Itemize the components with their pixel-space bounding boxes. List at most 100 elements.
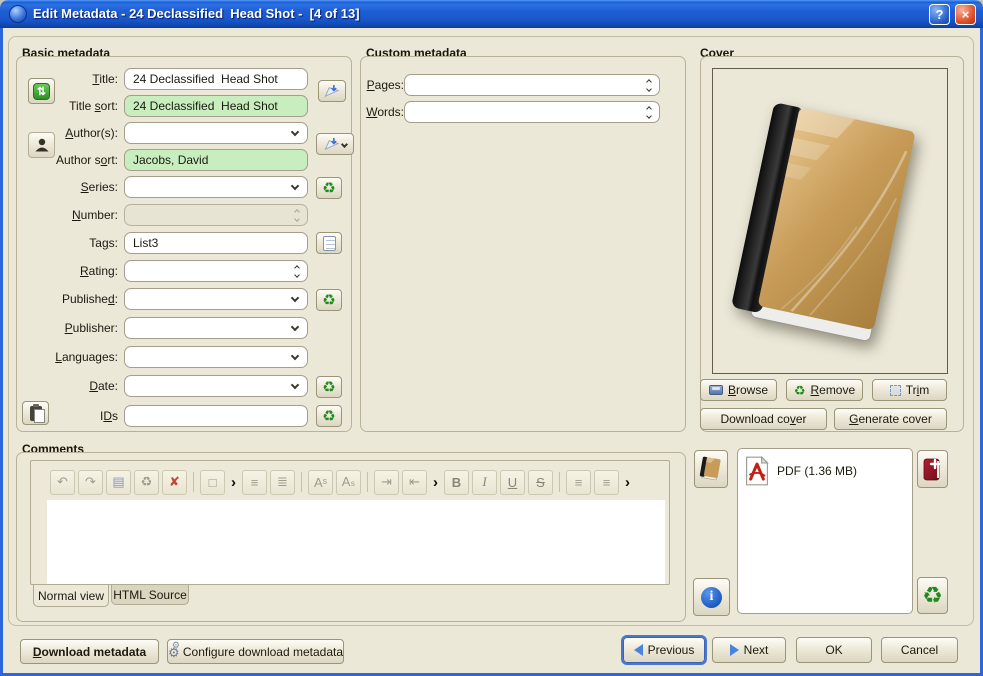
recycle-icon[interactable]: ♻ xyxy=(134,469,159,495)
book-icon xyxy=(699,456,721,481)
separator xyxy=(559,472,560,492)
window-border-left xyxy=(0,28,3,676)
series-combo[interactable] xyxy=(124,176,308,198)
next-button[interactable]: Next xyxy=(712,637,786,663)
clear-ids-button[interactable]: ♻ xyxy=(316,405,342,427)
separator xyxy=(193,472,194,492)
author-sort-input[interactable] xyxy=(124,149,308,171)
clear-published-button[interactable]: ♻ xyxy=(316,289,342,311)
overflow-arrow-icon[interactable]: › xyxy=(433,474,438,491)
spinner-arrows xyxy=(294,208,300,222)
publisher-combo[interactable] xyxy=(124,317,308,339)
align-center-icon[interactable]: ≡ xyxy=(594,469,619,495)
overflow-arrow-icon[interactable]: › xyxy=(625,474,630,491)
close-button[interactable]: × xyxy=(955,4,976,25)
clear-series-button[interactable]: ♻ xyxy=(316,177,342,199)
previous-label: Previous xyxy=(647,643,695,657)
indent-icon[interactable]: ⇥ xyxy=(374,469,399,495)
download-cover-label: Download cover xyxy=(720,412,807,426)
recycle-icon: ♻ xyxy=(793,382,806,398)
generate-cover-button[interactable]: Generate cover xyxy=(834,408,947,430)
title-bar[interactable]: Edit Metadata - 24 Declassified Head Sho… xyxy=(0,0,983,28)
configure-download-metadata-button[interactable]: ⚙ ⚙ Configure download metadata xyxy=(167,639,344,664)
tab-html-source[interactable]: HTML Source xyxy=(111,585,189,605)
superscript-icon[interactable]: Aˢ xyxy=(308,469,333,495)
outdent-icon[interactable]: ⇤ xyxy=(402,469,427,495)
arrow-right-icon xyxy=(729,644,739,656)
copy-icon[interactable]: □ xyxy=(200,469,225,495)
set-cover-from-format-button[interactable] xyxy=(694,450,728,488)
format-label: PDF (1.36 MB) xyxy=(777,464,858,478)
ids-label: IDs xyxy=(99,409,118,423)
auto-author-sort-button[interactable] xyxy=(316,133,354,155)
open-tag-editor-button[interactable] xyxy=(316,232,342,254)
add-format-button[interactable] xyxy=(917,450,948,488)
spinner-arrows[interactable] xyxy=(646,78,652,92)
title-label: Title: xyxy=(92,72,118,86)
published-combo[interactable]: May 2012 xyxy=(124,288,308,310)
strikethrough-icon[interactable]: S xyxy=(528,469,553,495)
separator xyxy=(301,472,302,492)
author-sort-label: Author sort: xyxy=(55,153,118,167)
ok-button[interactable]: OK xyxy=(796,637,872,663)
pages-label: Pages: xyxy=(366,78,404,92)
bullet-list-icon[interactable]: ≡ xyxy=(242,469,267,495)
words-spinner[interactable]: Undefined xyxy=(404,101,660,123)
download-metadata-button[interactable]: Download metadata xyxy=(20,639,159,664)
chevron-down-icon xyxy=(290,293,300,303)
trim-selection-icon xyxy=(889,384,901,396)
date-combo[interactable]: 29 May 2012 xyxy=(124,375,308,397)
chevron-down-icon xyxy=(290,322,300,332)
recycle-icon: ♻ xyxy=(322,291,336,309)
authors-combo[interactable]: Jacobs, David xyxy=(124,122,308,144)
subscript-icon[interactable]: Aₛ xyxy=(336,469,361,495)
comments-toolbar: ↶ ↷ ▤ ♻ ✘ □ › ≡ ≣ Aˢ Aₛ ⇥ ⇤ › B I U S ≡ ≡ › xyxy=(50,468,664,496)
trim-cover-button[interactable]: Trim xyxy=(872,379,947,401)
numbered-list-icon[interactable]: ≣ xyxy=(270,469,295,495)
tab-normal-view[interactable]: Normal view xyxy=(33,585,109,607)
arrow-left-icon xyxy=(633,644,643,656)
help-button[interactable]: ? xyxy=(929,4,950,25)
generate-cover-label: Generate cover xyxy=(849,412,932,426)
title-sort-label: Title sort: xyxy=(69,99,118,113)
overflow-arrow-icon[interactable]: › xyxy=(231,474,236,491)
title-input[interactable] xyxy=(124,68,308,90)
undo-icon[interactable]: ↶ xyxy=(50,469,75,495)
clear-formatting-icon[interactable]: ✘ xyxy=(162,469,187,495)
bold-icon[interactable]: B xyxy=(444,469,469,495)
languages-combo[interactable] xyxy=(124,346,308,368)
title-sort-input[interactable] xyxy=(124,95,308,117)
add-book-icon xyxy=(923,458,941,481)
chevron-down-icon xyxy=(290,351,300,361)
previous-button[interactable]: Previous xyxy=(623,637,705,663)
browse-disk-icon xyxy=(708,385,723,395)
number-label: Number: xyxy=(71,208,118,222)
comments-editor[interactable] xyxy=(47,500,665,584)
rating-spinner[interactable]: 0 stars xyxy=(124,260,308,282)
remove-cover-button[interactable]: ♻ Remove xyxy=(786,379,863,401)
date-label: Date: xyxy=(89,379,118,393)
format-item-pdf[interactable]: PDF (1.36 MB) xyxy=(744,454,906,488)
download-cover-button[interactable]: Download cover xyxy=(700,408,827,430)
remove-format-button[interactable]: ♻ xyxy=(917,577,948,614)
pages-spinner[interactable]: 387 xyxy=(404,74,660,96)
redo-icon[interactable]: ↷ xyxy=(78,469,103,495)
app-icon xyxy=(9,5,27,23)
recycle-icon: ♻ xyxy=(322,407,336,425)
gears-icon: ⚙ ⚙ xyxy=(168,639,180,660)
cover-image[interactable] xyxy=(727,81,933,361)
spinner-arrows[interactable] xyxy=(646,105,652,119)
browse-cover-button[interactable]: Browse xyxy=(700,379,777,401)
clear-date-button[interactable]: ♻ xyxy=(316,376,342,398)
formats-list[interactable]: PDF (1.36 MB) xyxy=(737,448,913,614)
underline-icon[interactable]: U xyxy=(500,469,525,495)
smarten-punctuation-icon[interactable]: ▤ xyxy=(106,469,131,495)
align-left-icon[interactable]: ≡ xyxy=(566,469,591,495)
italic-icon[interactable]: I xyxy=(472,469,497,495)
ok-label: OK xyxy=(825,643,843,657)
spinner-arrows[interactable] xyxy=(294,264,300,278)
cancel-button[interactable]: Cancel xyxy=(881,637,958,663)
tags-input[interactable] xyxy=(124,232,308,254)
format-info-button[interactable]: i xyxy=(693,578,730,616)
ids-input[interactable] xyxy=(124,405,308,427)
